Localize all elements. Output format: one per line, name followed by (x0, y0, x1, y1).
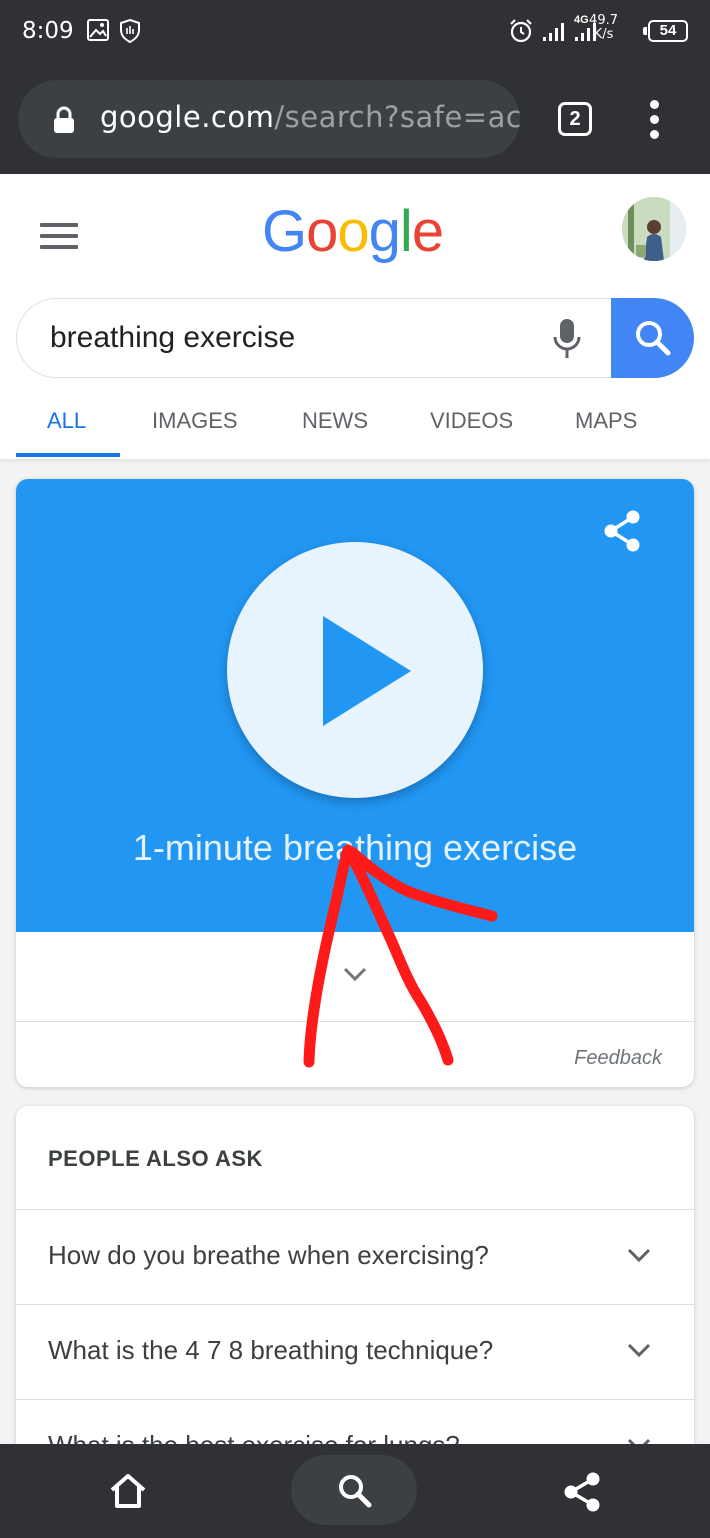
tab-videos[interactable]: VIDEOS (430, 408, 513, 434)
search-button[interactable] (611, 298, 694, 378)
network-speed-value: 49.7 (589, 13, 618, 28)
tab-all[interactable]: ALL (47, 408, 86, 434)
search-icon (339, 1475, 372, 1508)
logo-letter: l (399, 199, 413, 264)
tab-images[interactable]: IMAGES (152, 408, 238, 434)
shield-notification-icon (120, 18, 140, 44)
search-bar: breathing exercise (16, 298, 694, 378)
logo-letter: o (337, 199, 369, 264)
alarm-icon (510, 19, 532, 43)
google-header: Google breathing exercise ALL IMAGES NEW… (0, 174, 710, 459)
chevron-down-icon (627, 1248, 651, 1263)
battery-indicator: 54 (643, 20, 688, 42)
network-speed: 49.7 K/s (589, 14, 618, 42)
paa-question-text: What is the best exercise for lungs? (48, 1430, 460, 1444)
people-also-ask: PEOPLE ALSO ASK How do you breathe when … (16, 1106, 694, 1444)
chevron-down-icon (627, 1343, 651, 1358)
chevron-down-icon (627, 1438, 651, 1444)
paa-question-text: What is the 4 7 8 breathing technique? (48, 1335, 494, 1365)
paa-question[interactable]: What is the best exercise for lungs? (16, 1399, 694, 1444)
microphone-icon[interactable] (551, 317, 583, 361)
gallery-notification-icon (87, 19, 109, 41)
paa-question-text: How do you breathe when exercising? (48, 1240, 489, 1270)
chevron-down-icon[interactable] (342, 965, 368, 983)
url-path: /search?safe=ac (274, 100, 520, 134)
exercise-player: 1-minute breathing exercise (16, 479, 694, 932)
search-icon (636, 321, 671, 356)
browser-toolbar: google.com/search?safe=ac 2 (0, 66, 710, 174)
url-host: google.com (100, 100, 275, 134)
logo-letter: g (368, 199, 401, 264)
status-bar: 8:09 4G 49.7 K/s 54 (0, 0, 710, 66)
address-bar[interactable]: google.com/search?safe=ac (18, 80, 520, 158)
network-speed-unit: K/s (593, 27, 614, 42)
search-results-page: Google breathing exercise ALL IMAGES NEW… (0, 174, 710, 1444)
play-icon (323, 616, 411, 726)
feedback-link[interactable]: Feedback (574, 1047, 662, 1070)
breathing-exercise-card: 1-minute breathing exercise Feedback (16, 479, 694, 1087)
share-icon[interactable] (602, 509, 642, 553)
browser-menu-button[interactable] (648, 100, 660, 140)
card-divider (16, 1021, 694, 1022)
tab-news[interactable]: NEWS (302, 408, 368, 434)
paa-question[interactable]: How do you breathe when exercising? (16, 1209, 694, 1303)
nav-search-button[interactable] (291, 1455, 417, 1525)
share-icon[interactable] (562, 1471, 602, 1513)
search-query: breathing exercise (50, 321, 296, 354)
exercise-title: 1-minute breathing exercise (132, 827, 578, 868)
hamburger-menu-icon[interactable] (40, 223, 78, 256)
google-logo[interactable]: Google (262, 198, 444, 265)
avatar-photo (622, 197, 686, 261)
logo-letter: G (262, 199, 307, 264)
signal-icon-1 (543, 23, 564, 41)
account-avatar[interactable] (622, 197, 686, 261)
network-type: 4G (574, 14, 589, 26)
logo-letter: e (411, 199, 444, 264)
logo-letter: o (306, 199, 338, 264)
tab-switcher-button[interactable]: 2 (558, 102, 592, 136)
status-time: 8:09 (22, 18, 74, 44)
paa-heading: PEOPLE ALSO ASK (48, 1146, 263, 1171)
url-text: google.com/search?safe=ac (100, 100, 520, 134)
lock-icon (54, 106, 74, 133)
tab-maps[interactable]: MAPS (575, 408, 637, 434)
play-button[interactable] (227, 542, 483, 798)
search-input[interactable]: breathing exercise (16, 298, 616, 378)
paa-question[interactable]: What is the 4 7 8 breathing technique? (16, 1304, 694, 1398)
bottom-nav-bar (0, 1444, 710, 1538)
home-icon[interactable] (108, 1471, 148, 1511)
active-tab-indicator (16, 453, 120, 457)
